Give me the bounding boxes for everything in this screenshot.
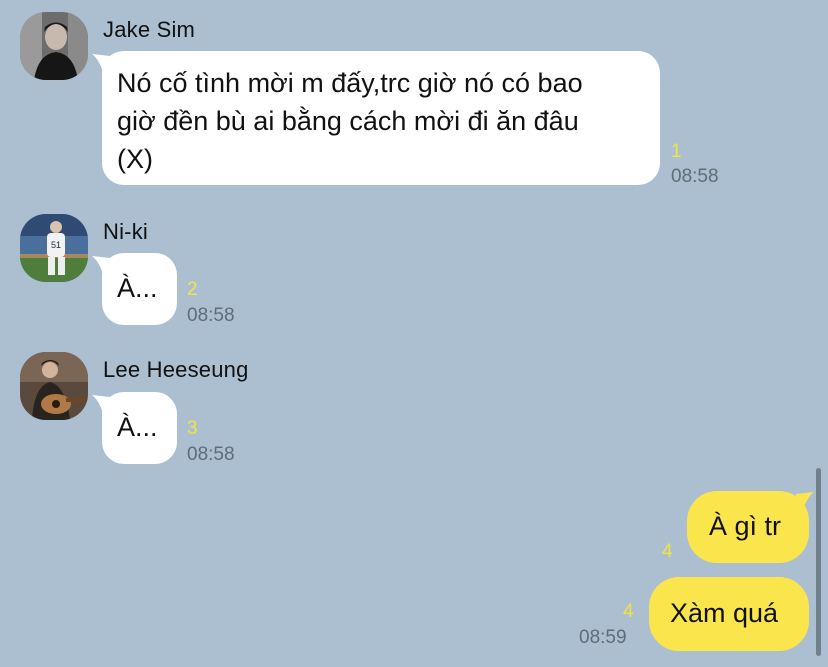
avatar-ni-ki[interactable]: 51	[20, 214, 88, 282]
message-time: 08:59	[579, 627, 627, 648]
baseball-player-icon: 51	[20, 214, 88, 282]
sender-name: Jake Sim	[103, 17, 196, 42]
message-time: 08:58	[187, 305, 235, 326]
bubble-tail	[92, 54, 110, 76]
outgoing-message-bubble[interactable]: À gì tr	[687, 491, 809, 563]
unread-count: 1	[671, 141, 682, 162]
unread-count: 3	[187, 418, 198, 439]
avatar-jake-sim[interactable]	[20, 12, 88, 80]
bubble-tail	[796, 492, 814, 514]
message-time: 08:58	[187, 444, 235, 465]
message-bubble[interactable]: Nó cố tình mời m đấy,trc giờ nó có bao g…	[102, 51, 660, 185]
unread-count: 4	[662, 541, 673, 562]
avatar-lee-heeseung[interactable]	[20, 352, 88, 420]
outgoing-message-bubble[interactable]: Xàm quá	[649, 577, 809, 651]
unread-count: 2	[187, 279, 198, 300]
message-bubble[interactable]: À...	[102, 253, 177, 325]
chat-room: Jake Sim Nó cố tình mời m đấy,trc giờ nó…	[0, 0, 828, 667]
person-with-guitar-icon	[20, 352, 88, 420]
person-portrait-icon	[20, 12, 88, 80]
message-time: 08:58	[671, 166, 719, 187]
message-bubble[interactable]: À...	[102, 392, 177, 464]
bubble-tail	[92, 395, 110, 417]
scrollbar[interactable]	[816, 468, 821, 656]
unread-count: 4	[623, 601, 634, 622]
sender-name: Ni-ki	[103, 219, 148, 244]
svg-text:51: 51	[51, 240, 61, 250]
bubble-tail	[92, 256, 110, 278]
sender-name: Lee Heeseung	[103, 357, 249, 382]
